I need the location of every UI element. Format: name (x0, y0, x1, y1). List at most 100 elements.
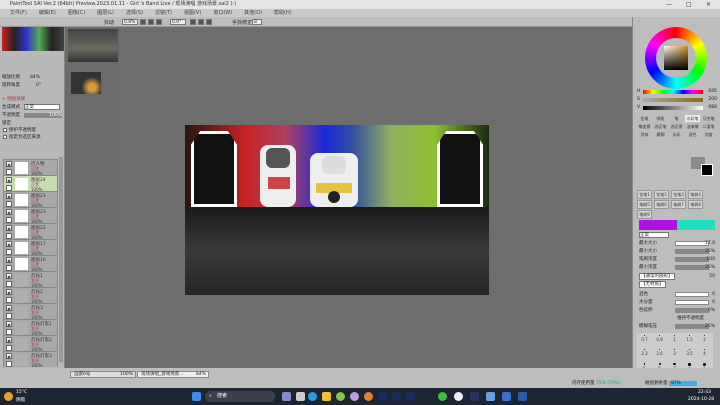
visibility-icon[interactable]: ◉ (6, 225, 12, 231)
sub-color-bar[interactable] (677, 220, 715, 230)
layer-row[interactable]: ◉ 灯光灯束3 发光 100% (3, 351, 58, 367)
sv-square[interactable] (664, 46, 688, 70)
clip-source-checkbox[interactable]: 指定为选区来源 (2, 134, 63, 141)
app-icon-1[interactable] (336, 392, 345, 401)
app-icon-5[interactable] (470, 392, 479, 401)
tool-button[interactable]: 水彩 (669, 131, 684, 138)
brush-size-option[interactable]: 4 (697, 347, 712, 360)
blender-icon[interactable] (364, 392, 373, 401)
brush-size-option[interactable]: 2 (697, 333, 712, 346)
menu-image[interactable]: 图像(C) (64, 9, 89, 17)
density-slider[interactable] (675, 257, 709, 262)
zoom-out-button[interactable] (140, 19, 146, 25)
app-icon-3[interactable] (406, 392, 415, 401)
rotate-left-button[interactable] (190, 19, 196, 25)
document-tab-2[interactable]: 现场演唱_游戏场景... 84% (137, 371, 209, 378)
brush-preset[interactable]: 笔刷4 (688, 190, 703, 199)
notepad-icon[interactable] (296, 392, 305, 401)
saturation-slider[interactable]: S 200 (637, 97, 717, 103)
zoom-reset-button[interactable] (156, 19, 162, 25)
brush-size-option[interactable]: 0.7 (637, 333, 652, 346)
start-icon[interactable] (192, 392, 201, 401)
visibility-icon[interactable]: ◉ (6, 321, 12, 327)
layer-row[interactable]: ◉ 图层22 正常 100% (3, 223, 58, 240)
brush-preset[interactable]: 铅笔1 (637, 190, 652, 199)
blend-slider[interactable] (675, 292, 709, 297)
opacity-slider[interactable]: 100% (24, 113, 62, 118)
min-size-slider[interactable] (675, 249, 709, 254)
blend-mode-select[interactable]: 正常 (24, 104, 60, 110)
visibility-icon[interactable]: ◉ (6, 273, 12, 279)
menu-other[interactable]: 其他(O) (240, 9, 266, 17)
weather-text[interactable]: 阴雨 (16, 397, 25, 403)
layer-row[interactable]: ◉ 灯光1 发光 100% (3, 271, 58, 288)
visibility-icon[interactable]: ◉ (6, 305, 12, 311)
brush-size-option[interactable]: 3 (667, 347, 682, 360)
document-tab-1[interactable]: 远景6号 100% (70, 371, 136, 378)
clock-date[interactable]: 2024-10-28 (688, 397, 714, 402)
min-density-slider[interactable] (675, 265, 709, 270)
water-slider[interactable] (675, 300, 709, 305)
photos-icon[interactable] (486, 392, 495, 401)
brush-shape-select[interactable]: 【通常的圆形】 (639, 273, 675, 280)
minimize-button[interactable]: — (666, 0, 672, 9)
visibility-icon[interactable]: ◉ (6, 289, 12, 295)
app-icon-2[interactable] (350, 392, 359, 401)
tool-button[interactable]: 二值笔 (701, 123, 716, 130)
blur-pressure-slider[interactable] (675, 324, 709, 329)
persist-slider[interactable] (675, 308, 709, 313)
tool-button[interactable]: 模糊 (653, 131, 668, 138)
main-color-bar[interactable] (639, 220, 677, 230)
premiere-icon[interactable] (378, 392, 387, 401)
brush-size-option[interactable]: 0.8 (652, 333, 667, 346)
tool-button[interactable]: 混色 (685, 131, 700, 138)
weather-temp[interactable]: 15°C (16, 390, 27, 395)
brush-preset[interactable]: 铅笔3 (671, 190, 686, 199)
close-button[interactable]: ✕ (706, 0, 711, 9)
visibility-icon[interactable]: ◉ (6, 193, 12, 199)
brush-preset[interactable]: 笔刷6 (654, 200, 669, 209)
brush-mode-select[interactable]: 正常 (639, 232, 669, 238)
menu-view[interactable]: 视图(V) (180, 9, 205, 17)
visibility-icon[interactable]: ◉ (6, 353, 12, 359)
app-icon-4[interactable] (454, 392, 463, 401)
color-wheel[interactable] (645, 27, 707, 89)
value-slider[interactable]: V 088 (637, 105, 717, 111)
word-icon[interactable] (518, 392, 527, 401)
tool-button[interactable]: 马克笔 (701, 115, 716, 122)
tool-button[interactable]: 涂抹 (637, 131, 652, 138)
menu-filter[interactable]: 滤镜(T) (151, 9, 176, 17)
nav-zoom-value[interactable]: 84% (30, 74, 40, 81)
rotation-field[interactable]: 0.0° (170, 19, 186, 25)
layer-row[interactable]: ◉ 灯光灯束1 发光 100% (3, 319, 58, 336)
brush-preset[interactable]: 铅笔2 (654, 190, 669, 199)
brush-preset[interactable]: 笔刷5 (637, 200, 652, 209)
layer-row[interactable]: ◉ 行人物 正常 100% (3, 159, 58, 176)
protect-opacity-checkbox[interactable]: 保护不透明度 (2, 127, 63, 134)
smoothing-field[interactable]: 0.8% (122, 19, 138, 25)
zoom-in-button[interactable] (148, 19, 154, 25)
menu-window[interactable]: 窗口(W) (209, 9, 236, 17)
brush-size-option[interactable]: 2.3 (637, 347, 652, 360)
brush-size-option[interactable]: 2.6 (652, 347, 667, 360)
tool-button[interactable]: 水彩笔 (685, 115, 700, 122)
maximize-button[interactable]: □ (686, 0, 692, 9)
brush-preset[interactable]: 笔刷8 (688, 200, 703, 209)
layer-row[interactable]: ◉ 灯光灯束2 发光 100% (3, 335, 58, 352)
layer-effects-toggle[interactable]: + 图层效果 (2, 96, 63, 103)
menu-file[interactable]: 文件(F) (6, 9, 31, 17)
layer-list[interactable]: ◉ 行人物 正常 100% ◉ 图层24 正常 100% ◉ 图层21 正常 100% ◉ 图层23 正常 1… (0, 157, 65, 367)
menu-select[interactable]: 选择(S) (122, 9, 147, 17)
artwork-canvas[interactable] (185, 125, 489, 295)
nav-angle-value[interactable]: 0° (36, 82, 41, 89)
visibility-icon[interactable]: ◉ (6, 241, 12, 247)
tool-button[interactable]: 笔 (669, 115, 684, 122)
keep-opacity-checkbox[interactable]: 维持不透明度 (639, 315, 715, 322)
flip-button[interactable] (206, 19, 212, 25)
primary-color-swatch[interactable] (701, 164, 713, 176)
task-view-icon[interactable] (282, 392, 291, 401)
brush-shape-strength[interactable]: 50 (709, 273, 715, 280)
rotate-right-button[interactable] (198, 19, 204, 25)
visibility-icon[interactable]: ◉ (6, 161, 12, 167)
edge-icon[interactable] (308, 392, 317, 401)
